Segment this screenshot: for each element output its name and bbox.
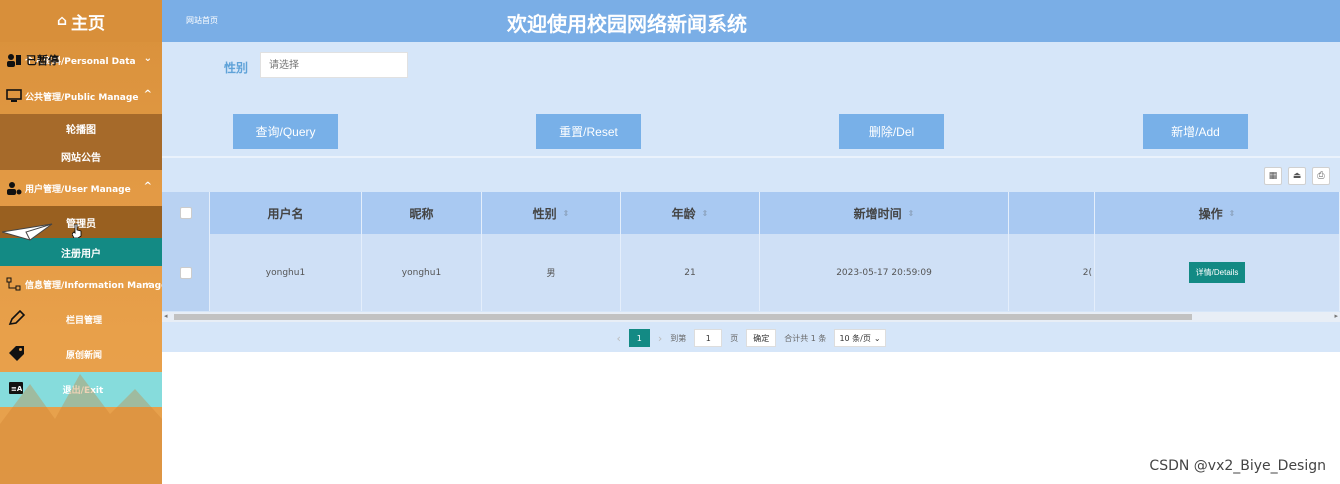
sidebar-group-label: 信息管理/Information Manage	[25, 280, 162, 291]
page-title: 欢迎使用校园网络新闻系统	[507, 12, 747, 36]
print-icon[interactable]: ⎙	[1312, 167, 1330, 185]
sort-icon[interactable]: ⇕	[908, 209, 915, 218]
table-header: 用户名 昵称 性别 ⇕ 年龄 ⇕ 新增时间 ⇕ 操作 ⇕	[162, 192, 1340, 234]
sidebar-item-carousel[interactable]: 轮播图	[0, 114, 162, 142]
user-gear-icon	[6, 180, 22, 196]
chevron-down-icon: ⌄	[143, 53, 152, 64]
prev-page-button[interactable]: ‹	[616, 332, 620, 345]
sort-icon[interactable]: ⇕	[563, 209, 570, 218]
sidebar-item-announcement[interactable]: 网站公告	[0, 142, 162, 170]
cell-username: yonghu1	[210, 234, 362, 311]
column-header-extra	[1009, 192, 1095, 234]
watermark: CSDN @vx2_Biye_Design	[1149, 458, 1326, 474]
scroll-left-icon[interactable]: ◂	[164, 312, 168, 320]
scrollbar-thumb[interactable]	[174, 314, 1192, 320]
hand-cursor-icon	[72, 224, 82, 238]
add-button[interactable]: 新增/Add	[1143, 114, 1248, 149]
page-size-value: 10 条/页	[839, 333, 871, 343]
edit-icon	[8, 309, 26, 329]
sidebar-group-public[interactable]: 公共管理/Public Manage ^	[0, 78, 162, 114]
sidebar-item-registered-user[interactable]: 注册用户	[0, 238, 162, 266]
column-label: 昵称	[409, 206, 434, 221]
monitor-icon	[6, 88, 22, 104]
chevron-down-icon: ⌄	[873, 333, 881, 343]
hierarchy-icon	[6, 276, 22, 292]
paper-plane-icon	[2, 223, 53, 241]
column-label: 性别	[532, 206, 557, 221]
gender-filter-label: 性别	[224, 61, 249, 75]
details-button[interactable]: 详情/Details	[1188, 262, 1246, 283]
column-label: 操作	[1198, 206, 1223, 221]
mountain-decoration	[0, 374, 162, 484]
sidebar-group-user[interactable]: 用户管理/User Manage ^	[0, 170, 162, 206]
row-select-cell	[162, 234, 210, 311]
cell-gender: 男	[482, 234, 621, 311]
sidebar-item-column-manage[interactable]: 栏目管理	[0, 302, 162, 337]
cell-extra: 2(	[1009, 234, 1095, 311]
next-page-button[interactable]: ›	[658, 332, 662, 345]
sidebar-group-label: 公共管理/Public Manage	[25, 92, 139, 103]
sort-icon[interactable]: ⇕	[1229, 209, 1236, 218]
sort-icon[interactable]: ⇕	[702, 209, 709, 218]
user-card-icon	[6, 52, 22, 68]
divider	[162, 156, 1340, 158]
current-page-button[interactable]: 1	[628, 329, 650, 347]
sidebar-item-label: 栏目管理	[65, 316, 102, 326]
query-button[interactable]: 查询/Query	[233, 114, 338, 149]
sidebar: ⌂ 主页 个人资料/Personal Data ⌄ 公共管理/Public Ma…	[0, 0, 162, 484]
cell-age: 21	[621, 234, 760, 311]
column-header-gender[interactable]: 性别 ⇕	[482, 192, 621, 234]
cell-action: 详情/Details	[1095, 234, 1340, 311]
row-checkbox[interactable]	[179, 266, 192, 279]
goto-confirm-button[interactable]: 确定	[746, 329, 777, 347]
home-label: 主页	[71, 13, 106, 34]
column-header-age[interactable]: 年龄 ⇕	[621, 192, 760, 234]
scroll-right-icon[interactable]: ▸	[1334, 312, 1338, 320]
cell-nickname: yonghu1	[362, 234, 482, 311]
page-unit-label: 页	[730, 333, 739, 343]
public-submenu: 轮播图 网站公告	[0, 114, 162, 170]
recorder-paused-label: 已暂停	[26, 54, 59, 67]
top-header: 网站首页 欢迎使用校园网络新闻系统	[162, 0, 1340, 42]
column-header-action: 操作 ⇕	[1095, 192, 1340, 234]
delete-button[interactable]: 删除/Del	[839, 114, 944, 149]
gender-select[interactable]	[260, 52, 408, 78]
sidebar-group-personal[interactable]: 个人资料/Personal Data ⌄	[0, 42, 162, 78]
total-count: 共 1 条	[800, 333, 827, 343]
chevron-down-icon: ⌄	[143, 277, 152, 288]
horizontal-scrollbar[interactable]: ◂ ▸	[162, 312, 1340, 322]
home-icon: ⌂	[56, 13, 68, 29]
sidebar-group-label: 用户管理/User Manage	[25, 184, 131, 195]
reset-button[interactable]: 重置/Reset	[536, 114, 641, 149]
goto-page-input[interactable]: 1	[694, 329, 723, 347]
home-link[interactable]: ⌂ 主页	[0, 0, 162, 42]
sidebar-group-information[interactable]: 信息管理/Information Manage ⌄	[0, 266, 162, 302]
column-label: 年龄	[671, 206, 696, 221]
export-icon[interactable]: ⏏	[1288, 167, 1306, 185]
cell-created: 2023-05-17 20:59:09	[760, 234, 1009, 311]
select-all-checkbox[interactable]	[179, 207, 192, 219]
select-all-cell	[162, 192, 210, 234]
table-toolbar: ▦ ⏏ ⎙	[1264, 167, 1330, 185]
goto-label: 到第	[670, 333, 687, 343]
users-table: 用户名 昵称 性别 ⇕ 年龄 ⇕ 新增时间 ⇕ 操作 ⇕ yonghu1 yon…	[162, 192, 1340, 311]
chevron-up-icon: ^	[143, 89, 152, 100]
pagination: ‹ 1 › 到第 1 页 确定 合计 共 1 条 10 条/页 ⌄	[162, 326, 1340, 350]
sidebar-item-label: 原创新闻	[65, 351, 102, 361]
tag-icon	[8, 345, 26, 364]
chevron-up-icon: ^	[143, 181, 152, 192]
column-header-created[interactable]: 新增时间 ⇕	[760, 192, 1009, 234]
column-header-nickname[interactable]: 昵称	[362, 192, 482, 234]
main-content: 性别 查询/Query 重置/Reset 删除/Del 新增/Add ▦ ⏏ ⎙…	[162, 42, 1340, 352]
table-row: yonghu1 yonghu1 男 21 2023-05-17 20:59:09…	[162, 234, 1340, 311]
column-header-username[interactable]: 用户名	[210, 192, 362, 234]
page-size-select[interactable]: 10 条/页 ⌄	[834, 329, 886, 347]
columns-filter-icon[interactable]: ▦	[1264, 167, 1282, 185]
total-count-prefix: 合计	[784, 333, 801, 343]
column-label: 新增时间	[853, 206, 902, 221]
column-label: 用户名	[267, 206, 304, 221]
